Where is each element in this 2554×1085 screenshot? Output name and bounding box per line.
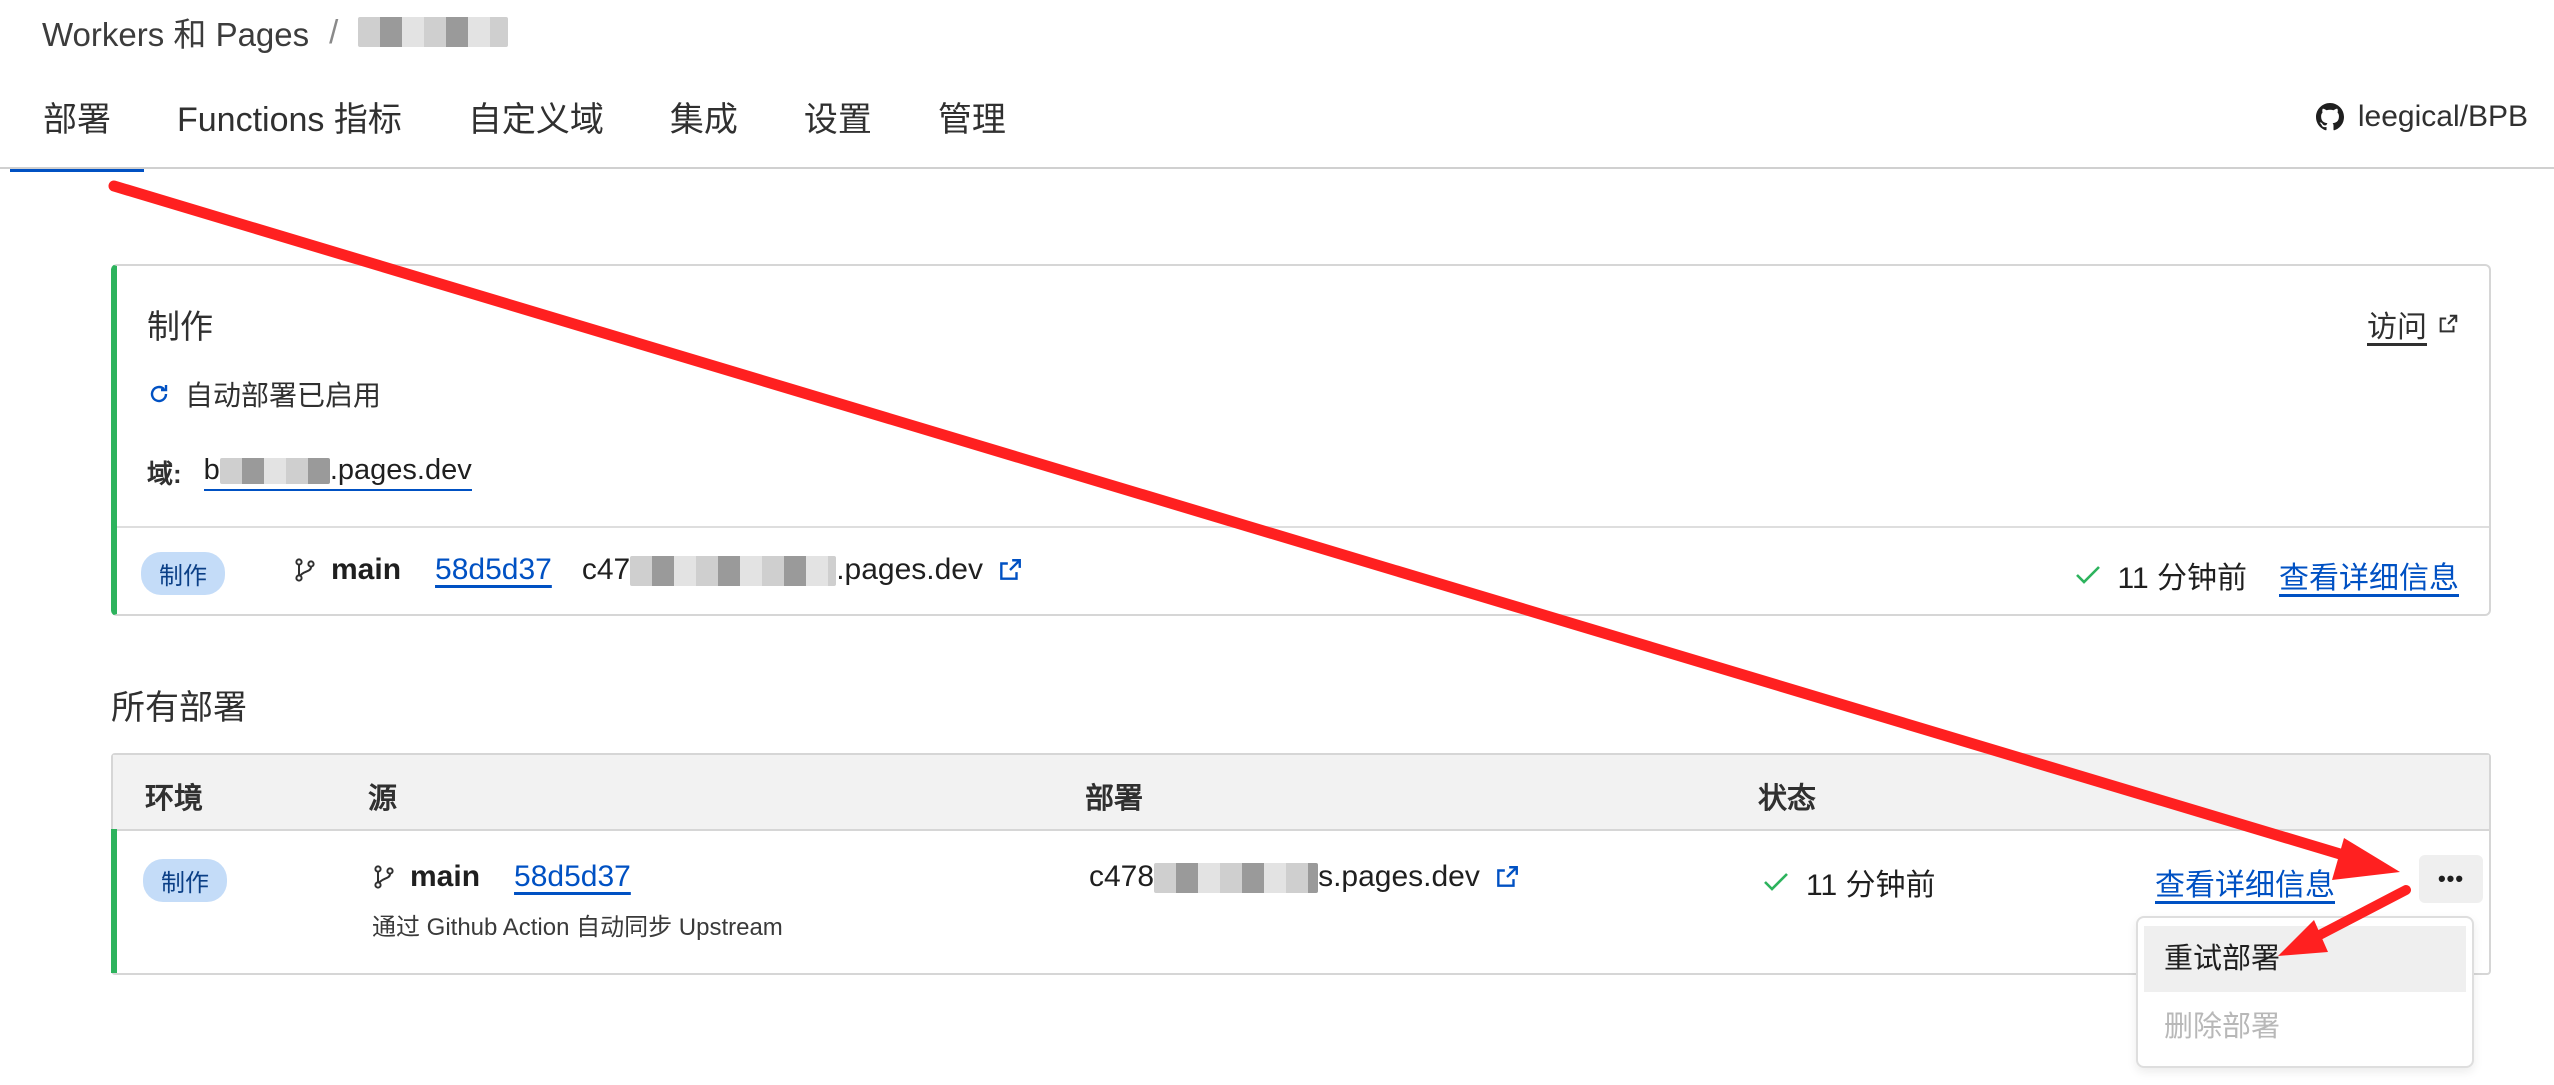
breadcrumb-project-redacted[interactable] (358, 17, 509, 47)
branch-name: main (331, 553, 402, 586)
header-env: 环境 (145, 783, 204, 815)
external-link-icon (2437, 313, 2459, 335)
table-header: 环境 源 部署 状态 (113, 755, 2489, 831)
production-card: 制作 访问 自动部署已启用 域: b .pages.dev 制作 main 58d… (111, 264, 2491, 616)
refresh-icon (147, 382, 171, 406)
domain-link[interactable]: b .pages.dev (203, 454, 472, 491)
branch-name: main (410, 860, 481, 893)
tab-bar: 部署 Functions 指标 自定义域 集成 设置 管理 (10, 96, 1039, 172)
tab-manage[interactable]: 管理 (905, 96, 1039, 168)
repo-link[interactable]: leegical/BPB (2315, 100, 2528, 134)
header-status: 状态 (1758, 783, 1817, 815)
production-domain: 域: b .pages.dev (147, 454, 472, 491)
deployment-url[interactable]: c478 s.pages.dev (1089, 860, 1480, 894)
retry-deployment-item[interactable]: 重试部署 (2144, 926, 2466, 992)
domain-label: 域: (147, 459, 182, 489)
row-deployment-url: c478 s.pages.dev (1089, 860, 1520, 894)
breadcrumb-separator: / (329, 13, 339, 50)
tab-deployments[interactable]: 部署 (10, 96, 144, 172)
deployment-url[interactable]: c47 .pages.dev (582, 553, 983, 587)
row-actions-menu: 重试部署 删除部署 (2136, 916, 2474, 1068)
more-actions-button[interactable]: ••• (2419, 855, 2483, 903)
view-details-link[interactable]: 查看详细信息 (2155, 860, 2335, 904)
env-badge: 制作 (141, 552, 225, 595)
auto-deploy-label: 自动部署已启用 (185, 380, 382, 411)
tab-custom-domains[interactable]: 自定义域 (435, 96, 637, 168)
commit-message: 通过 Github Action 自动同步 Upstream (372, 914, 783, 941)
commit-link[interactable]: 58d5d37 (435, 553, 552, 587)
env-badge: 制作 (143, 859, 227, 902)
production-latest-row: 制作 (141, 552, 225, 595)
header-source: 源 (368, 783, 398, 815)
all-deployments-title: 所有部署 (111, 689, 247, 727)
check-icon (1762, 870, 1790, 894)
card-divider (117, 526, 2489, 528)
production-status: 11 分钟前 查看详细信息 (2074, 553, 2459, 597)
check-icon (2074, 563, 2102, 587)
repo-name: leegical/BPB (2357, 100, 2528, 133)
github-icon (2315, 103, 2344, 131)
more-icon: ••• (2437, 866, 2465, 891)
production-source: main 58d5d37 c47 .pages.dev (293, 553, 1023, 587)
visit-label: 访问 (2367, 311, 2427, 344)
deployments-table: 环境 源 部署 状态 制作 main 58d5d37 通过 Github Act… (111, 753, 2491, 975)
view-details-link[interactable]: 查看详细信息 (2279, 553, 2459, 597)
visit-link[interactable]: 访问 (2367, 302, 2459, 346)
external-link-icon[interactable] (997, 557, 1023, 583)
production-title: 制作 (147, 308, 213, 345)
table-row: 制作 main 58d5d37 通过 Github Action 自动同步 Up… (111, 829, 2489, 973)
status-time: 11 分钟前 (1806, 869, 1936, 902)
external-link-icon[interactable] (1494, 864, 1520, 890)
commit-link[interactable]: 58d5d37 (514, 860, 631, 894)
tab-divider (0, 167, 2554, 169)
breadcrumb: Workers 和 Pages / (42, 8, 509, 56)
tab-settings[interactable]: 设置 (771, 96, 905, 168)
tab-functions-metrics[interactable]: Functions 指标 (144, 96, 435, 168)
row-status: 11 分钟前 (1762, 860, 1935, 904)
header-deployment: 部署 (1085, 783, 1144, 815)
row-source: main 58d5d37 (372, 860, 631, 894)
auto-deploy-status: 自动部署已启用 (147, 374, 381, 414)
branch-icon (372, 864, 396, 890)
tab-integrations[interactable]: 集成 (637, 96, 771, 168)
branch-icon (293, 557, 317, 583)
delete-deployment-item: 删除部署 (2164, 1011, 2281, 1043)
breadcrumb-root[interactable]: Workers 和 Pages (42, 8, 309, 56)
status-time: 11 分钟前 (2117, 562, 2247, 595)
